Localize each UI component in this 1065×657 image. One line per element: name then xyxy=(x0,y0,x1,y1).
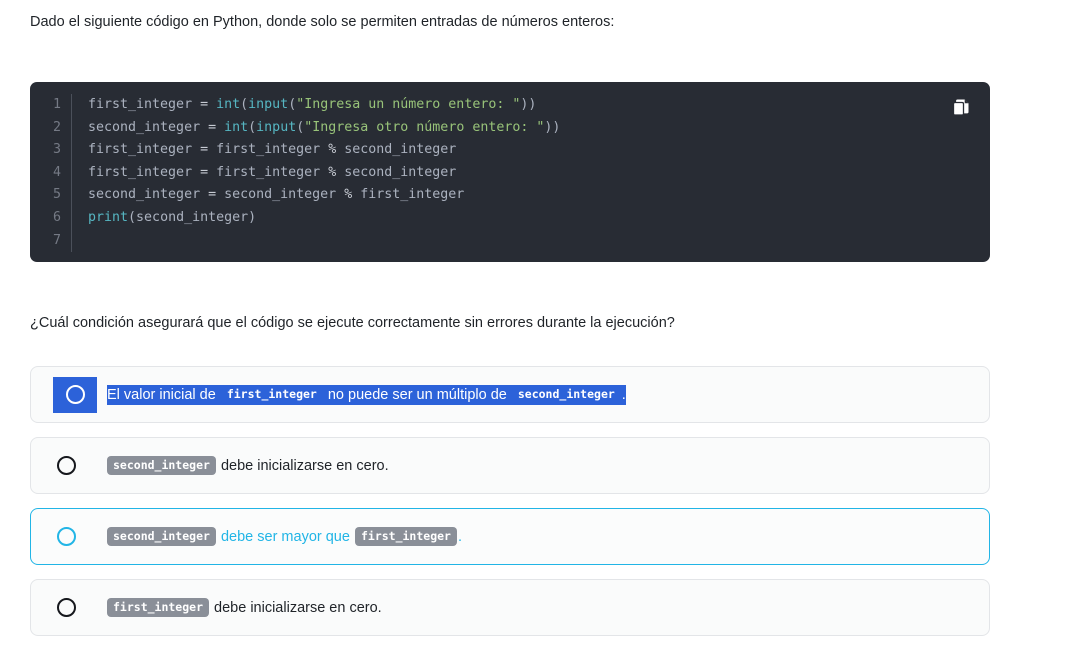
answer-option-text-run: no puede ser un múltiplo de xyxy=(323,386,511,403)
code-line-number: 5 xyxy=(52,187,61,203)
code-line-number: 1 xyxy=(52,97,61,112)
code-line-numbers: 1 2 3 4 5 6 7 xyxy=(30,94,72,253)
inline-code-chip: first_integer xyxy=(107,597,210,617)
question-text: ¿Cuál condición asegurará que el código … xyxy=(30,315,675,331)
answer-option-content: second_integer debe ser mayor que first_… xyxy=(106,526,463,546)
answer-option-content: second_integer debe inicializarse en cer… xyxy=(106,455,389,475)
code-line-number: 3 xyxy=(52,142,61,158)
intro-prompt: Dado el siguiente código en Python, dond… xyxy=(30,14,615,30)
radio-button[interactable] xyxy=(57,527,76,546)
answer-option-2[interactable]: second_integer debe inicializarse en cer… xyxy=(30,437,990,494)
answer-options-list: El valor inicial de first_integer no pue… xyxy=(30,366,990,650)
answer-option-label: El valor inicial de first_integer no pue… xyxy=(107,384,626,405)
inline-code-chip: second_integer xyxy=(107,526,216,546)
answer-option-3[interactable]: second_integer debe ser mayor que first_… xyxy=(30,508,990,565)
code-block: 1 2 3 4 5 6 7 first_integer = int(input("Ingre… xyxy=(30,82,990,262)
answer-option-label: first_integer debe inicializarse en cero… xyxy=(106,597,382,618)
code-content: first_integer = int(input("Ingresa un nú… xyxy=(72,94,560,252)
inline-code-chip: second_integer xyxy=(107,455,216,475)
answer-option-content: first_integer debe inicializarse en cero… xyxy=(106,597,382,617)
code-line: print(second_integer) xyxy=(88,209,257,225)
code-line: first_integer = first_integer % second_i… xyxy=(88,164,457,180)
code-line: first_integer = first_integer % second_i… xyxy=(88,142,457,158)
answer-option-label: second_integer debe inicializarse en cer… xyxy=(106,455,389,476)
code-line-number: 2 xyxy=(52,119,61,135)
answer-option-label: second_integer debe ser mayor que first_… xyxy=(106,526,463,547)
answer-option-text-run: El valor inicial de xyxy=(107,386,220,403)
answer-option-4[interactable]: first_integer debe inicializarse en cero… xyxy=(30,579,990,636)
code-line-number: 6 xyxy=(52,209,61,225)
radio-button-selection-wrapper[interactable] xyxy=(53,376,97,413)
radio-button[interactable] xyxy=(65,385,85,404)
radio-button[interactable] xyxy=(57,456,76,475)
code-line-number: 7 xyxy=(52,232,61,248)
inline-code-chip: second_integer xyxy=(511,384,621,404)
answer-option-1[interactable]: El valor inicial de first_integer no pue… xyxy=(30,366,990,423)
copy-icon[interactable] xyxy=(950,96,972,118)
answer-option-text-run: debe inicializarse en cero. xyxy=(210,599,382,616)
inline-code-chip: first_integer xyxy=(220,384,323,404)
answer-option-text-run: debe ser mayor que xyxy=(216,528,354,545)
inline-code-chip: first_integer xyxy=(354,526,457,546)
answer-option-text-run: debe inicializarse en cero. xyxy=(216,457,389,474)
code-line-number: 4 xyxy=(52,164,61,180)
answer-option-content: El valor inicial de first_integer no pue… xyxy=(107,384,626,405)
answer-option-text-run: . xyxy=(457,528,463,545)
code-line: second_integer = second_integer % first_… xyxy=(88,187,465,203)
radio-button[interactable] xyxy=(57,598,76,617)
answer-option-text-run: . xyxy=(621,386,626,403)
code-line: first_integer = int(input("Ingresa un nú… xyxy=(88,97,537,112)
code-line: second_integer = int(input("Ingresa otro… xyxy=(88,119,561,135)
